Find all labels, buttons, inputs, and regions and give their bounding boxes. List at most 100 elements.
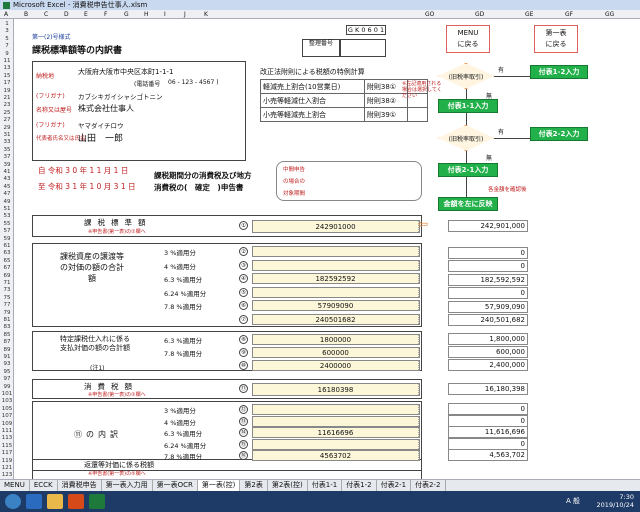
digit-field[interactable]: 57909090: [252, 300, 420, 311]
row-header-label[interactable]: 87: [0, 339, 13, 345]
digit-cell[interactable]: [253, 247, 419, 256]
sheet-tab[interactable]: ECCK: [30, 480, 58, 491]
row-header-label[interactable]: 55: [0, 221, 13, 227]
column-header-label[interactable]: C: [44, 11, 48, 18]
sheet-tab[interactable]: 第2表: [240, 480, 268, 491]
clock[interactable]: 7:30 2019/10/24: [597, 493, 634, 509]
row-header-label[interactable]: 119: [0, 458, 13, 464]
column-header-label[interactable]: E: [84, 11, 88, 18]
excel-taskbar-icon[interactable]: [89, 494, 105, 509]
digit-cell[interactable]: [253, 416, 419, 426]
result-cell[interactable]: 600,000: [448, 346, 528, 358]
row-header-label[interactable]: 85: [0, 332, 13, 338]
result-cell[interactable]: 2,400,000: [448, 359, 528, 371]
row-header-label[interactable]: 23: [0, 102, 13, 108]
row-header-label[interactable]: 27: [0, 117, 13, 123]
column-header-label[interactable]: B: [24, 11, 28, 18]
start-icon[interactable]: [5, 494, 21, 509]
digit-field[interactable]: 600000: [252, 347, 420, 358]
row-header-label[interactable]: 19: [0, 88, 13, 94]
result-cell[interactable]: 57,909,090: [448, 301, 528, 313]
column-header-label[interactable]: J: [184, 11, 186, 18]
row-header-label[interactable]: 59: [0, 236, 13, 242]
row-header-label[interactable]: 65: [0, 258, 13, 264]
first-table-button[interactable]: 第一表 に戻る: [534, 25, 578, 53]
column-header-label[interactable]: GF: [565, 11, 573, 18]
row-header-label[interactable]: 15: [0, 73, 13, 79]
result-cell[interactable]: 182,592,592: [448, 274, 528, 286]
row-header-label[interactable]: 51: [0, 206, 13, 212]
result-cell[interactable]: 240,501,682: [448, 314, 528, 326]
digit-cell[interactable]: 16180398: [253, 384, 419, 395]
digit-cell[interactable]: 2400000: [253, 361, 419, 370]
row-header-label[interactable]: 81: [0, 317, 13, 323]
result-cell[interactable]: 0: [448, 403, 528, 415]
fuhyo-1-1-button[interactable]: 付表1-1入力: [438, 99, 498, 113]
digit-field[interactable]: 16180398: [252, 383, 420, 396]
rep-name[interactable]: 山田 一郎: [78, 131, 123, 144]
row-header-label[interactable]: 37: [0, 154, 13, 160]
digit-cell[interactable]: 182592592: [253, 274, 419, 283]
row-header-label[interactable]: 35: [0, 147, 13, 153]
column-header-label[interactable]: GO: [425, 11, 434, 18]
sheet-tab[interactable]: 付表1-1: [308, 480, 343, 491]
company-name[interactable]: 株式会社仕事人: [78, 103, 134, 114]
row-header-label[interactable]: 7: [0, 43, 13, 49]
row-header-label[interactable]: 9: [0, 51, 13, 57]
row-header-label[interactable]: 41: [0, 169, 13, 175]
column-header-label[interactable]: G: [124, 11, 129, 18]
digit-field[interactable]: 240501682: [252, 313, 420, 325]
row-header-label[interactable]: 75: [0, 295, 13, 301]
row-header-label[interactable]: 77: [0, 302, 13, 308]
row-header-label[interactable]: 1: [0, 21, 13, 27]
row-header-label[interactable]: 109: [0, 421, 13, 427]
row-header-label[interactable]: 73: [0, 287, 13, 293]
result-cell[interactable]: 4,563,702: [448, 449, 528, 461]
row-header-label[interactable]: 103: [0, 398, 13, 404]
digit-field[interactable]: 4563702: [252, 450, 420, 462]
fuhyo-1-2-button[interactable]: 付表1-2入力: [530, 65, 588, 79]
row-header-label[interactable]: 31: [0, 132, 13, 138]
column-header-label[interactable]: GG: [605, 11, 614, 18]
period-type[interactable]: 消費税の( 確定 )申告書: [154, 182, 243, 193]
sheet-tab[interactable]: 第一表入力用: [102, 480, 153, 491]
reflect-left-button[interactable]: 金額を左に反映: [438, 197, 498, 211]
address-value[interactable]: 大阪府大阪市中央区本町1-1-1: [78, 67, 173, 77]
row-header-label[interactable]: 33: [0, 139, 13, 145]
row-header-label[interactable]: 43: [0, 176, 13, 182]
row-header-label[interactable]: 83: [0, 324, 13, 330]
digit-field[interactable]: [252, 286, 420, 298]
row-header-label[interactable]: 121: [0, 465, 13, 471]
row-header-label[interactable]: 113: [0, 435, 13, 441]
digit-cell[interactable]: 57909090: [253, 301, 419, 310]
furigana-company[interactable]: カブシキガイシャシゴトニン: [78, 91, 163, 101]
row-header-label[interactable]: 47: [0, 191, 13, 197]
row-header-label[interactable]: 53: [0, 213, 13, 219]
row-header-label[interactable]: 71: [0, 280, 13, 286]
row-header-label[interactable]: 61: [0, 243, 13, 249]
column-header-label[interactable]: A: [4, 11, 8, 18]
period-from[interactable]: 自 令和 3 0 年 1 1 月 1 日: [38, 165, 128, 176]
row-header-label[interactable]: 57: [0, 228, 13, 234]
row-header-label[interactable]: 105: [0, 406, 13, 412]
seiri-field[interactable]: [340, 39, 386, 57]
digit-field[interactable]: [252, 415, 420, 427]
period-to[interactable]: 至 令和 3 1 年 1 0 月 3 1 日: [38, 181, 135, 192]
digit-cell[interactable]: [253, 405, 419, 414]
sheet-tab[interactable]: 第一表(控): [197, 480, 241, 491]
digit-field[interactable]: [252, 404, 420, 415]
digit-cell[interactable]: 240501682: [253, 314, 419, 324]
row-header-label[interactable]: 49: [0, 199, 13, 205]
ime-indicator[interactable]: A 般: [566, 496, 580, 506]
menu-button[interactable]: MENU に戻る: [446, 25, 490, 53]
digit-field[interactable]: 182592592: [252, 273, 420, 284]
row-header-label[interactable]: 107: [0, 413, 13, 419]
special-row-value[interactable]: [407, 107, 428, 122]
folder-icon[interactable]: [47, 494, 63, 509]
digit-cell[interactable]: 600000: [253, 348, 419, 357]
row-header-label[interactable]: 5: [0, 36, 13, 42]
row-header-label[interactable]: 3: [0, 28, 13, 34]
result-cell[interactable]: 0: [448, 287, 528, 299]
column-header-label[interactable]: GE: [525, 11, 533, 18]
row-header-label[interactable]: 11: [0, 58, 13, 64]
